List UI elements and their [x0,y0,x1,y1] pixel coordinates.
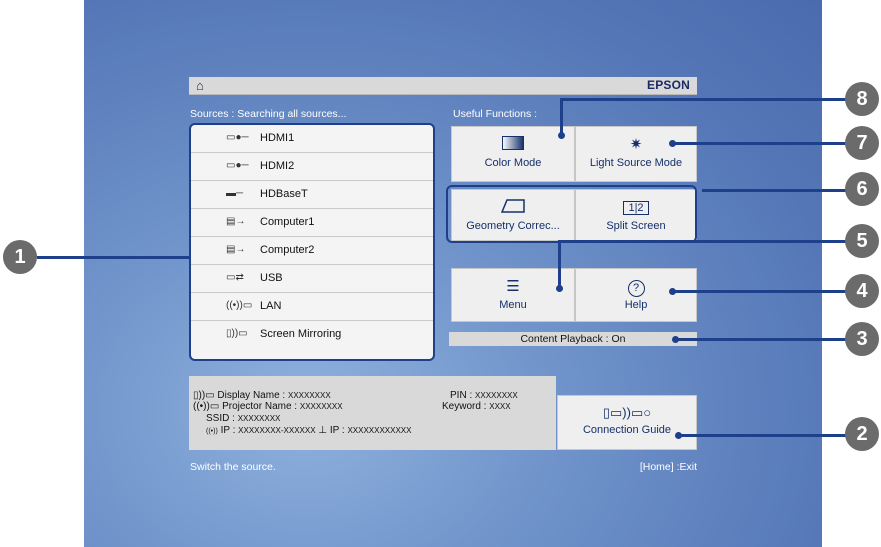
callout-4: 4 [845,274,879,308]
ip-value: XXXXXXXXXXXX [347,426,412,435]
source-label: LAN [260,300,282,312]
callout-leader-7 [673,142,849,145]
ip-label: IP : [220,425,236,436]
callout-2: 2 [845,417,879,451]
light-source-mode-label: Light Source Mode [589,157,683,169]
callout-1: 1 [3,240,37,274]
projector-screen: ⌂ EPSON Sources : Searching all sources.… [84,0,822,547]
callout-8: 8 [845,82,879,116]
callout-leader-1 [37,256,189,259]
menu-button[interactable]: ☰ Menu [451,268,575,322]
source-item-hdmi2[interactable]: ▭●─ HDMI2 [191,153,433,181]
exit-hint: [Home] :Exit [639,461,697,473]
callout-leader-4 [673,290,849,293]
brand-logo: EPSON [646,78,690,92]
light-source-mode-button[interactable]: ✷ Light Source Mode [575,126,697,182]
source-item-lan[interactable]: ((•))▭ LAN [191,293,433,321]
ssid-value: XXXXXXXX [237,414,281,423]
help-label: Help [624,299,648,311]
projector-name-label: Projector Name : [222,401,298,412]
network-info: ▯))▭ Display Name : XXXXXXXX ((•))▭ Proj… [189,376,556,450]
color-mode-label: Color Mode [484,157,542,169]
hdbaset-icon: ▬─ [226,188,244,199]
home-screen-panel: ⌂ EPSON Sources : Searching all sources.… [189,77,697,477]
source-item-hdmi1[interactable]: ▭●─ HDMI1 [191,125,433,153]
callout-5: 5 [845,224,879,258]
ssid-row: SSID : XXXXXXXX [206,413,280,424]
callout-leader-8-vertical [560,98,563,136]
pin-row: PIN : XXXXXXXX [450,390,518,401]
display-name-label: Display Name : [217,390,286,401]
source-item-screen-mirroring[interactable]: ▯))▭ Screen Mirroring [191,321,433,349]
display-name-value: XXXXXXXX [287,391,331,400]
callout-6: 6 [845,172,879,206]
source-label: Computer2 [260,244,315,256]
callout-leader-5-vertical [558,240,561,288]
projector-name-row: ((•))▭ Projector Name : XXXXXXXX [193,401,343,412]
hdmi-icon: ▭●─ [226,132,249,143]
lan-icon: ((•))▭ [193,401,223,412]
home-icon[interactable]: ⌂ [196,78,204,93]
source-item-computer1[interactable]: ▤→ Computer1 [191,209,433,237]
connection-guide-button[interactable]: ▯▭))▭○ Connection Guide [557,395,697,450]
top-bar: ⌂ EPSON [189,77,697,95]
color-mode-button[interactable]: Color Mode [451,126,575,182]
callout-leader-8 [560,98,849,101]
source-label: HDMI2 [260,160,295,172]
callout-leader-5 [558,240,849,243]
keyword-value: XXXX [489,402,511,411]
wireless-icon: ((•)) [206,428,218,435]
ip-value: XXXXXXXX-XXXXXX [238,426,316,435]
computer-port-icon: ▤→ [226,216,246,227]
status-message: Switch the source. [190,461,276,473]
wired-lan-icon: ⊥ [318,425,330,436]
lan-icon: ((•))▭ [226,300,253,311]
ssid-label: SSID : [206,413,235,424]
selection-highlight [446,185,697,243]
menu-label: Menu [499,299,527,311]
source-label: HDBaseT [260,188,308,200]
callout-3: 3 [845,322,879,356]
connection-guide-icon: ▯▭))▭○ [602,405,652,420]
callout-leader-3 [676,338,849,341]
pin-label: PIN : [450,390,473,401]
functions-header: Useful Functions : [453,108,538,120]
source-item-usb[interactable]: ▭⇄ USB [191,265,433,293]
source-item-computer2[interactable]: ▤→ Computer2 [191,237,433,265]
callout-leader-2 [679,434,849,437]
usb-icon: ▭⇄ [226,272,244,283]
light-source-icon: ✷ [629,136,643,153]
source-label: USB [260,272,283,284]
hdmi-icon: ▭●─ [226,160,249,171]
projector-name-value: XXXXXXXX [299,402,343,411]
callout-7: 7 [845,126,879,160]
source-label: HDMI1 [260,132,295,144]
keyword-row: Keyword : XXXX [442,401,511,412]
pin-value: XXXXXXXX [475,391,518,400]
callout-leader-6 [702,189,849,192]
ip-row: ((•)) IP : XXXXXXXX-XXXXXX ⊥ IP : XXXXXX… [206,425,411,436]
screen-mirroring-icon: ▯))▭ [226,328,248,339]
computer-port-icon: ▤→ [226,244,246,255]
content-playback-status[interactable]: Content Playback : On [449,332,697,346]
keyword-label: Keyword : [442,401,487,412]
help-button[interactable]: ? Help [575,268,697,322]
source-label: Computer1 [260,216,315,228]
screen-mirroring-icon: ▯))▭ [193,390,218,401]
display-name-row: ▯))▭ Display Name : XXXXXXXX [193,390,331,401]
sources-header: Sources : Searching all sources... [190,108,347,120]
help-icon: ? [576,278,696,297]
source-label: Screen Mirroring [260,328,342,340]
source-item-hdbaset[interactable]: ▬─ HDBaseT [191,181,433,209]
source-list: ▭●─ HDMI1 ▭●─ HDMI2 ▬─ HDBaseT ▤→ Comput… [189,123,435,361]
ip-label: IP : [329,425,345,436]
color-mode-icon [452,136,574,154]
